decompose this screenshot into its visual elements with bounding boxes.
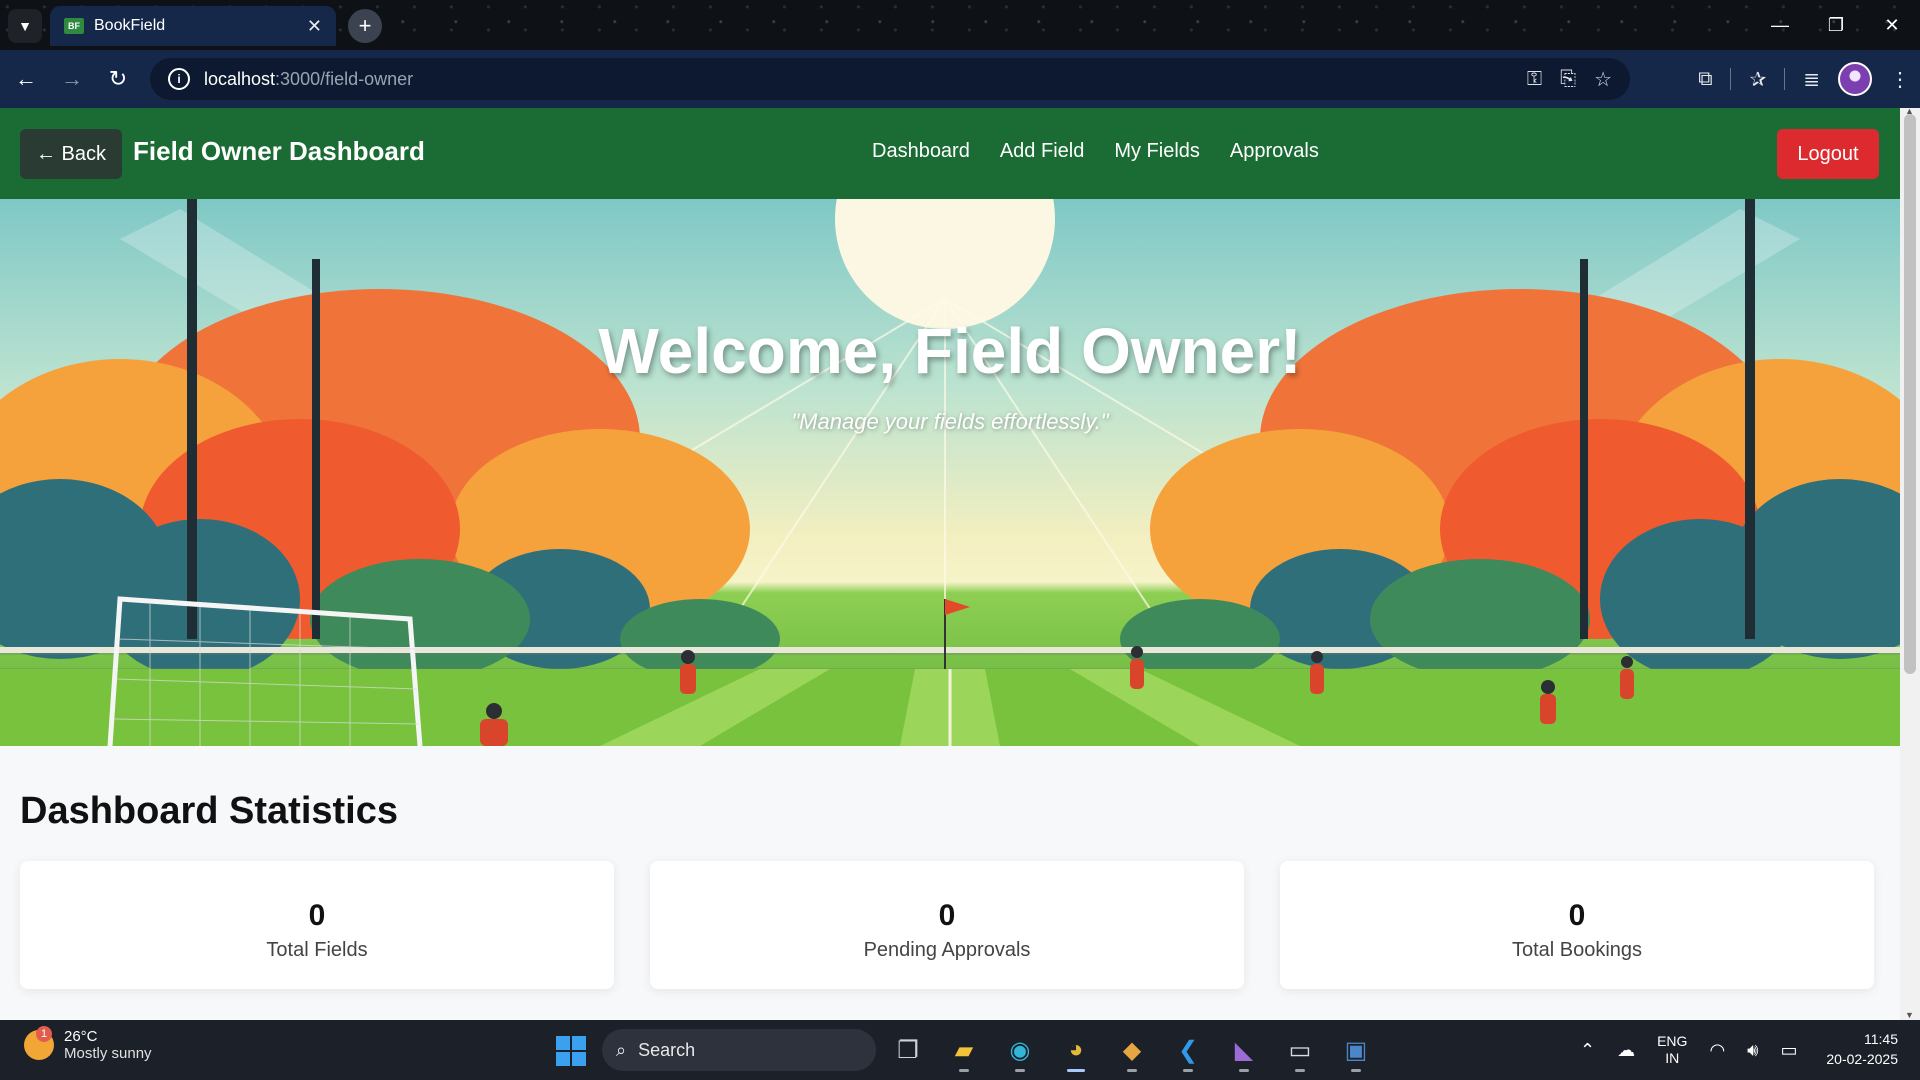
close-tab-icon[interactable]: ✕ [307,16,322,37]
stat-label: Total Fields [266,939,368,961]
menu-approvals[interactable]: Approvals [1230,140,1319,163]
file-explorer-icon[interactable]: ▰ [946,1028,982,1072]
edge-browser-icon[interactable]: ◉ [1002,1028,1038,1072]
address-bar-actions: ⚿ ⎘ ☆ [1527,58,1612,100]
back-arrow-icon[interactable]: ← [6,59,46,99]
stat-label: Total Bookings [1511,939,1643,961]
favorites-icon[interactable]: ✰ [1749,67,1766,92]
clock-date: 20-02-2025 [1826,1051,1898,1067]
browser-tab[interactable]: BF BookField ✕ [50,6,336,46]
media-queue-icon[interactable]: ≣ [1803,67,1820,92]
taskbar-apps: ❐ ▰ ◉ ◕ ◆ ❮ ◣ ▭ ▣ [890,1028,1374,1072]
hero-illustration [0,199,1900,746]
site-info-icon[interactable]: i [168,68,190,90]
forward-arrow-icon[interactable]: → [52,59,92,99]
window-controls: — ❐ ✕ [1752,0,1920,50]
new-tab-button[interactable]: + [348,9,382,43]
weather-condition: Mostly sunny [64,1045,152,1062]
tab-list-chevron-icon[interactable]: ▼ [8,9,42,43]
toolbar-divider [1784,68,1786,90]
favicon-icon: BF [64,18,84,34]
language-code: ENG [1657,1033,1688,1049]
menu-kebab-icon[interactable]: ⋮ [1890,67,1910,92]
task-view-icon[interactable]: ❐ [890,1028,926,1072]
extensions-icon[interactable]: ⧉ [1698,68,1712,91]
stat-card-total-bookings: 0 Total Bookings [1280,861,1874,989]
browser-tab-bar: ▼ BF BookField ✕ + — ❐ ✕ [0,0,1920,50]
weather-temperature: 26°C [64,1028,98,1045]
stats-heading: Dashboard Statistics [20,790,398,832]
chrome-browser-icon[interactable]: ◕ [1058,1028,1094,1072]
weather-widget[interactable]: 1 26°C Mostly sunny [24,1026,152,1062]
windows-start-icon[interactable] [556,1036,586,1066]
system-tray: ⌃ ☁ ENG IN ◠ 🔊︎ ▭ [1580,1020,1798,1080]
close-window-icon[interactable]: ✕ [1864,0,1920,50]
password-key-icon[interactable]: ⚿ [1527,68,1542,91]
clock-time: 11:45 [1864,1031,1898,1047]
taskbar-search[interactable]: ⌕ Search [602,1029,876,1071]
stat-label: Pending Approvals [863,939,1031,961]
language-indicator[interactable]: ENG IN [1657,1033,1687,1067]
stat-value: 0 [1568,899,1586,932]
profile-avatar[interactable] [1838,62,1872,96]
database-app-icon[interactable]: ▣ [1338,1028,1374,1072]
minimize-icon[interactable]: — [1752,0,1808,50]
install-app-icon[interactable]: ⎘ [1560,68,1576,91]
tab-title: BookField [94,17,166,34]
notification-badge: 1 [36,1026,52,1042]
url-host: localhost [204,68,276,89]
menu-my-fields[interactable]: My Fields [1114,140,1200,163]
menu-add-field[interactable]: Add Field [1000,140,1085,163]
stat-value: 0 [938,899,956,932]
reload-icon[interactable]: ↻ [98,59,138,99]
url-path: :3000/field-owner [275,68,414,89]
search-icon: ⌕ [616,1039,627,1060]
menu-dashboard[interactable]: Dashboard [872,140,970,163]
terminal-icon[interactable]: ▭ [1282,1028,1318,1072]
scroll-down-icon[interactable]: ▼ [1905,1010,1914,1020]
onedrive-cloud-icon[interactable]: ☁ [1617,1040,1635,1061]
stat-value: 0 [308,899,326,932]
search-label: Search [638,1039,696,1060]
stat-card-pending-approvals: 0 Pending Approvals [650,861,1244,989]
visual-studio-icon[interactable]: ◣ [1226,1028,1262,1072]
address-bar[interactable]: i localhost :3000/field-owner ⚿ ⎘ ☆ [150,58,1630,100]
weather-sun-icon: 1 [24,1026,54,1060]
scrollbar-thumb[interactable] [1904,114,1916,674]
dashboard-title: Field Owner Dashboard [133,136,425,166]
toolbar-actions: ⧉ ✰ ≣ ⋮ [1698,58,1910,100]
windows-taskbar: 1 26°C Mostly sunny ⌕ Search ❐ ▰ ◉ ◕ ◆ ❮… [0,1020,1920,1080]
main-menu: Dashboard Add Field My Fields Approvals [872,140,1319,163]
toolbar-divider [1730,68,1732,90]
hero-subtitle: "Manage your fields effortlessly." [791,409,1109,434]
system-clock[interactable]: 11:45 20-02-2025 [1826,1029,1898,1069]
hero-banner: Welcome, Field Owner! "Manage your field… [0,199,1900,746]
wifi-icon[interactable]: ◠ [1709,1040,1725,1061]
stat-card-total-fields: 0 Total Fields [20,861,614,989]
page-scrollbar[interactable]: ▲ ▼ [1900,106,1920,1020]
region-code: IN [1665,1050,1680,1066]
git-icon[interactable]: ◆ [1114,1028,1150,1072]
back-button[interactable]: ← Back [20,129,123,179]
tray-chevron-up-icon[interactable]: ⌃ [1580,1040,1595,1061]
web-page: ← Back Field Owner Dashboard Dashboard A… [0,108,1900,1020]
bookmark-star-icon[interactable]: ☆ [1594,67,1612,92]
battery-icon[interactable]: ▭ [1781,1040,1798,1061]
logout-button[interactable]: Logout [1777,129,1879,179]
app-navbar: ← Back Field Owner Dashboard Dashboard A… [0,108,1900,199]
restore-icon[interactable]: ❐ [1808,0,1864,50]
vscode-icon[interactable]: ❮ [1170,1028,1206,1072]
hero-title: Welcome, Field Owner! [598,315,1302,387]
browser-toolbar: ← → ↻ i localhost :3000/field-owner ⚿ ⎘ … [0,50,1920,108]
volume-icon[interactable]: 🔊︎ [1747,1040,1758,1061]
